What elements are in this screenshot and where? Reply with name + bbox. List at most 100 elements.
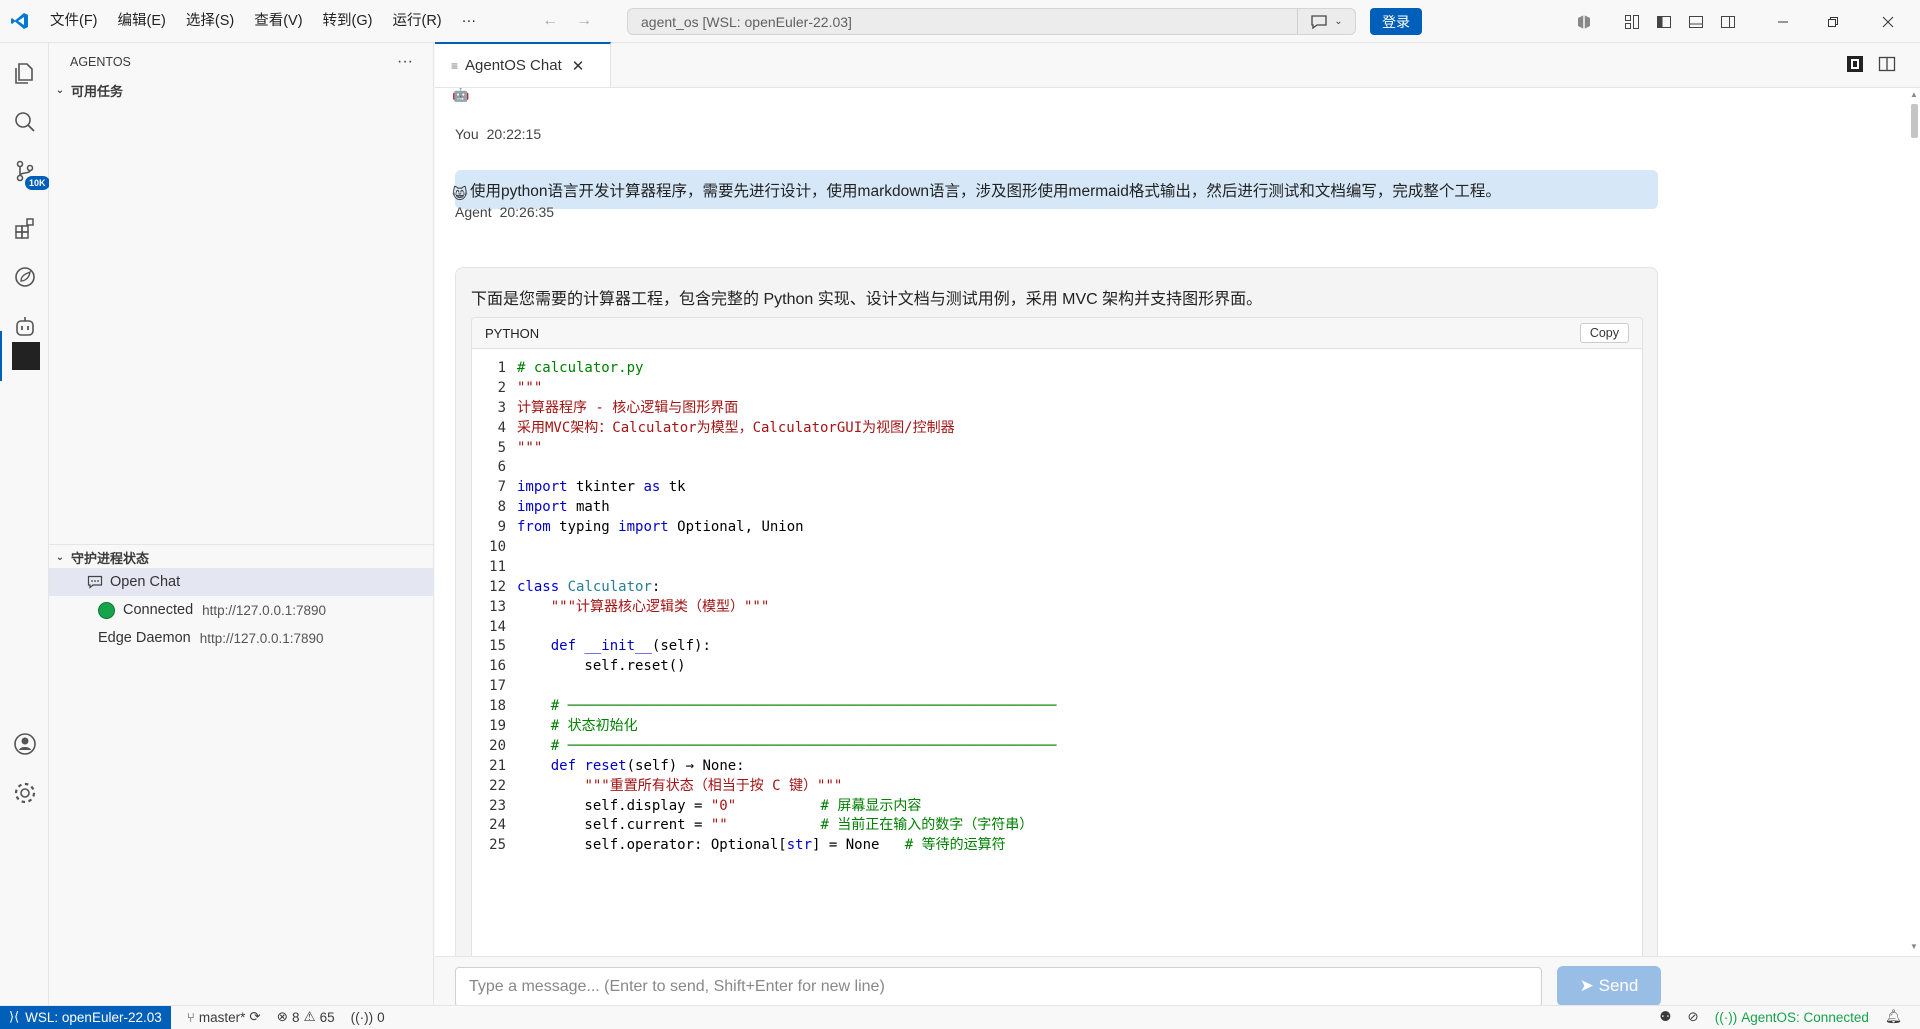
- split-editor-icon[interactable]: [1878, 55, 1896, 73]
- line-code: 计算器程序 - 核心逻辑与图形界面: [517, 399, 739, 416]
- remote-indicator[interactable]: ⟩⟨ WSL: openEuler-22.03: [0, 1005, 171, 1029]
- line-number: 21: [489, 757, 506, 774]
- user-avatar-icon: 🤖: [452, 88, 470, 102]
- error-count: 8: [292, 1009, 300, 1025]
- code-line: 23 self.display = "0" # 屏幕显示内容: [472, 797, 1642, 817]
- code-line: 9 from typing import Optional, Union: [472, 518, 1642, 538]
- notifications[interactable]: 🔔︎: [1877, 1009, 1910, 1025]
- code-line: 4 采用MVC架构：Calculator为模型，CalculatorGUI为视图/…: [472, 419, 1642, 439]
- source-control-icon[interactable]: 10K: [0, 147, 50, 195]
- line-code: self.operator: Optional[str] = None # 等待…: [517, 837, 1006, 854]
- toggle-maximize-icon[interactable]: [1846, 55, 1864, 73]
- toggle-secondary-sidebar-icon[interactable]: [1716, 0, 1740, 43]
- editor-area: ≡ AgentOS Chat ✕ 🤖 You 20:22:15 使用python语…: [435, 42, 1920, 1007]
- login-button[interactable]: 登录: [1370, 8, 1422, 35]
- code-line: 3 计算器程序 - 核心逻辑与图形界面: [472, 399, 1642, 419]
- line-number: 18: [489, 698, 506, 715]
- code-line: 15 def __init__(self):: [472, 637, 1642, 657]
- remote-explorer-icon[interactable]: [0, 253, 49, 301]
- minimize-icon[interactable]: [1760, 0, 1806, 43]
- chevron-down-icon: ⌄: [55, 84, 65, 96]
- branch-indicator[interactable]: ⑂ master* ⟳: [179, 1009, 269, 1025]
- broadcast-icon: ((·)): [1714, 1009, 1738, 1025]
- ports-indicator[interactable]: ((·)) 0: [343, 1010, 393, 1025]
- code-line: 19 # 状态初始化: [472, 717, 1642, 737]
- connected-status-item[interactable]: Connected http://127.0.0.1:7890: [49, 596, 434, 624]
- tab-agentos-chat[interactable]: ≡ AgentOS Chat ✕: [435, 42, 611, 87]
- tasks-section-title: 可用任务: [71, 83, 124, 99]
- daemon-section-header[interactable]: ⌄ 守护进程状态: [49, 546, 434, 568]
- more-actions-icon[interactable]: ···: [397, 53, 413, 71]
- back-arrow-icon[interactable]: ←: [542, 12, 558, 30]
- menu-go[interactable]: 转到(G): [313, 0, 383, 43]
- agentos-status[interactable]: ((·)) AgentOS: Connected: [1707, 1010, 1877, 1025]
- menu-edit[interactable]: 编辑(E): [108, 0, 176, 43]
- extensions-icon[interactable]: [0, 204, 49, 252]
- tasks-section-header[interactable]: ⌄ 可用任务: [49, 79, 433, 101]
- agentos-view-icon[interactable]: [0, 331, 49, 381]
- code-line: 22 """重置所有状态（相当于按 C 键）""": [472, 777, 1642, 797]
- close-window-icon[interactable]: [1862, 0, 1914, 43]
- scroll-up-arrow-icon[interactable]: ▲: [1910, 90, 1918, 99]
- remote-explorer-status[interactable]: ⊘: [1679, 1009, 1706, 1025]
- menu-more[interactable]: ···: [452, 0, 487, 43]
- chat-scrollbar[interactable]: ▲ ▼: [1908, 88, 1920, 956]
- message-input[interactable]: Type a message... (Enter to send, Shift+…: [455, 967, 1542, 1007]
- code-line: 1 # calculator.py: [472, 359, 1642, 379]
- copilot-icon[interactable]: [1572, 0, 1596, 43]
- toggle-primary-sidebar-icon[interactable]: [1652, 0, 1676, 43]
- line-number: 24: [489, 817, 506, 834]
- menu-file[interactable]: 文件(F): [40, 0, 108, 43]
- close-icon[interactable]: ✕: [572, 57, 585, 75]
- chat-toggle[interactable]: ⌄: [1297, 9, 1355, 34]
- git-branch-icon: ⑂: [186, 1009, 195, 1025]
- bell-icon: 🔔︎: [1884, 1009, 1902, 1024]
- line-number: 20: [489, 737, 506, 754]
- problems-indicator[interactable]: ⊗ 8 ⚠ 65: [269, 1009, 343, 1025]
- copy-button[interactable]: Copy: [1579, 323, 1629, 343]
- toggle-panel-icon[interactable]: [1684, 0, 1708, 43]
- menu-view[interactable]: 查看(V): [244, 0, 312, 43]
- copilot-icon: ⚉: [1659, 1009, 1672, 1024]
- line-number: 22: [489, 777, 506, 794]
- warning-icon: ⚠: [303, 1009, 316, 1024]
- copilot-status[interactable]: ⚉: [1651, 1009, 1679, 1025]
- explorer-icon[interactable]: [0, 49, 49, 97]
- chat-icon: [1311, 14, 1327, 29]
- forward-arrow-icon[interactable]: →: [576, 12, 592, 30]
- search-icon[interactable]: [0, 98, 49, 146]
- connected-label: Connected: [123, 602, 194, 618]
- send-button[interactable]: ➤ Send: [1557, 966, 1661, 1006]
- sidebar-title: AGENTOS: [70, 54, 131, 69]
- restore-icon[interactable]: [1810, 0, 1856, 43]
- line-code: """: [517, 379, 543, 396]
- broadcast-icon: ((·)): [350, 1009, 374, 1025]
- line-code: # 状态初始化: [517, 718, 638, 735]
- account-icon[interactable]: [0, 720, 49, 768]
- line-code: def reset(self) → None:: [550, 757, 745, 774]
- code-block-header: PYTHON Copy: [472, 318, 1642, 349]
- line-number: 14: [489, 618, 506, 635]
- agent-message-bubble: 下面是您需要的计算器工程，包含完整的 Python 实现、设计文档与测试用例，采…: [455, 267, 1658, 956]
- code-line: 11: [472, 558, 1642, 578]
- open-chat-item[interactable]: Open Chat: [49, 568, 434, 596]
- line-code: class Calculator:: [517, 578, 661, 595]
- menu-selection[interactable]: 选择(S): [176, 0, 244, 43]
- customize-layout-icon[interactable]: [1620, 0, 1644, 43]
- scroll-down-arrow-icon[interactable]: ▼: [1910, 942, 1918, 951]
- edge-daemon-item[interactable]: Edge Daemon http://127.0.0.1:7890: [49, 624, 434, 652]
- code-language-label: PYTHON: [485, 325, 540, 341]
- command-center[interactable]: agent_os [WSL: openEuler-22.03] ⌄: [627, 8, 1356, 35]
- line-code: self.reset(): [517, 658, 686, 675]
- menu-run[interactable]: 运行(R): [382, 0, 451, 43]
- scrollbar-thumb[interactable]: [1911, 104, 1918, 138]
- connected-url: http://127.0.0.1:7890: [202, 602, 326, 618]
- user-time: 20:22:15: [486, 126, 542, 142]
- settings-gear-icon[interactable]: [0, 769, 49, 817]
- line-number: 17: [489, 678, 506, 695]
- status-bar: ⟩⟨ WSL: openEuler-22.03 ⑂ master* ⟳ ⊗ 8 …: [0, 1005, 1920, 1029]
- line-number: 8: [497, 499, 506, 516]
- line-number: 19: [489, 718, 506, 735]
- line-number: 13: [489, 598, 506, 615]
- line-code: """: [517, 439, 543, 456]
